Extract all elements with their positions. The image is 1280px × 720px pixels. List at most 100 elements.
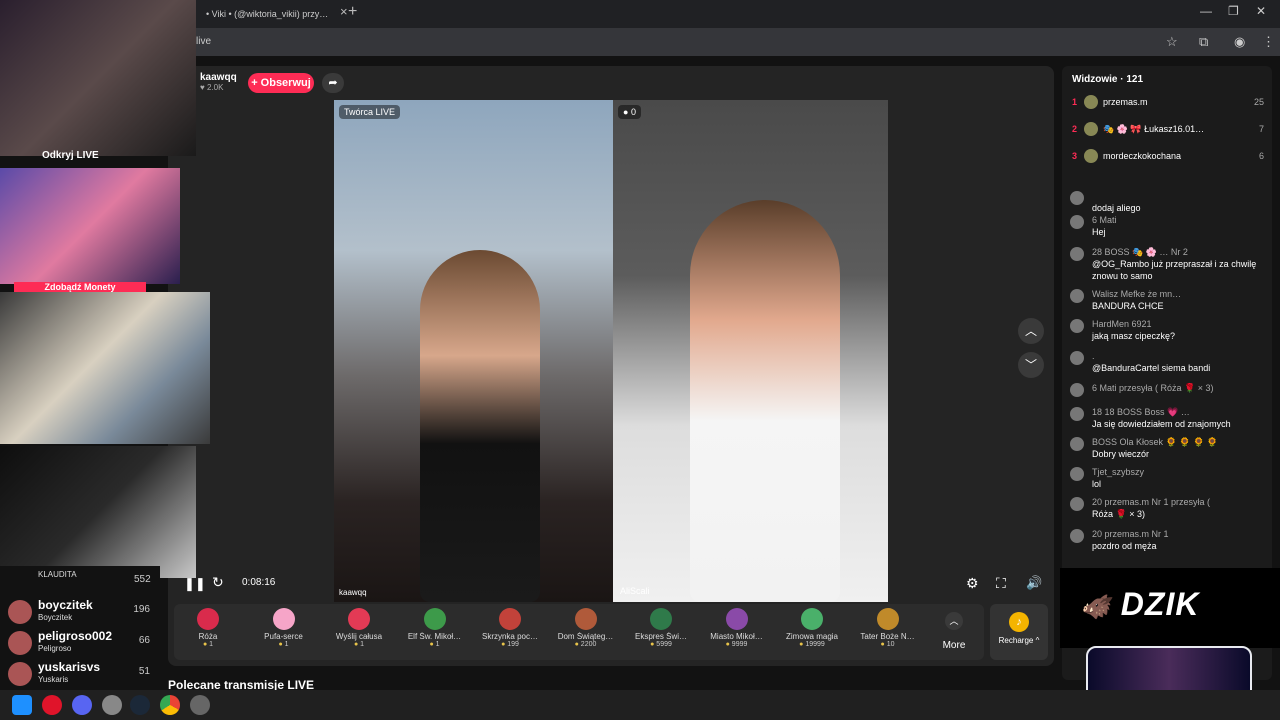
top-viewer-row[interactable]: 1 przemas.m 25 (1070, 94, 1266, 112)
more-label: More (942, 640, 966, 651)
live-list-name: yuskarisvs (38, 660, 101, 674)
viewer-rank: 3 (1072, 151, 1078, 161)
chat-username: 28 BOSS 🎭 🌸 … Nr 2 (1092, 247, 1188, 257)
gift-item[interactable]: Miasto Mikoł…9999 (701, 604, 773, 660)
chat-username: Tjet_szybszy (1092, 467, 1145, 477)
gift-icon (272, 608, 295, 630)
obs-icon[interactable] (102, 695, 122, 715)
chrome-icon[interactable] (160, 695, 180, 715)
gift-icon (801, 608, 823, 630)
gift-name: Wyślij całusa (335, 632, 383, 641)
avatar (1070, 383, 1084, 397)
gift-item[interactable]: Zimowa magia19999 (776, 604, 848, 660)
avatar (1070, 351, 1084, 365)
gift-item[interactable]: Róża1 (172, 604, 244, 660)
live-list-sub: Peligroso (38, 644, 72, 653)
gift-price: 1 (323, 641, 395, 648)
left-video-name[interactable]: kaawqq (339, 588, 367, 597)
gift-name: Tater Boże N… (860, 632, 915, 641)
top-viewer-row[interactable]: 3 mordeczkokochana 6 (1070, 148, 1266, 166)
extensions-icon[interactable]: ⧉ (1199, 34, 1208, 50)
share-icon[interactable]: ➦ (322, 73, 344, 93)
elapsed-time: 0:08:16 (242, 577, 276, 588)
live-list-count: 196 (133, 604, 150, 615)
chevron-down-icon[interactable]: ﹀ (1018, 352, 1044, 378)
live-list-item[interactable]: yuskarisvs Yuskaris 51 (8, 658, 154, 688)
streamer-right-figure (690, 200, 840, 602)
chevron-up-icon[interactable]: ︿ (1018, 318, 1044, 344)
avatar (8, 631, 32, 655)
gift-name: Zimowa magia (785, 632, 838, 641)
chat-username: HardMen 6921 (1092, 319, 1152, 329)
browser-tab[interactable]: • Viki • (@wiktoria_vikii) przy… (196, 3, 336, 25)
minimize-icon[interactable]: — (1200, 4, 1212, 18)
avatar (1084, 122, 1098, 136)
gift-item[interactable]: Skrzynka poc…199 (474, 604, 546, 660)
opera-icon[interactable] (42, 695, 62, 715)
live-list-sub: Boyczitek (38, 613, 73, 622)
gift-price: 2200 (550, 641, 622, 648)
gift-name: Dom Świąteg… (557, 632, 614, 641)
chat-username: 20 przemas.m Nr 1 (1092, 529, 1169, 539)
maximize-icon[interactable]: ❐ (1228, 4, 1239, 18)
pause-icon[interactable]: ❚❚ (184, 576, 206, 592)
gift-item[interactable]: Pufa-serce1 (248, 604, 320, 660)
gift-item[interactable]: Ekspres Świ…5999 (625, 604, 697, 660)
refresh-icon[interactable]: ↻ (212, 574, 224, 591)
live-list-count: 66 (138, 635, 150, 646)
gift-icon (876, 608, 899, 630)
live-list-item[interactable]: boyczitek Boyczitek 196 (8, 596, 154, 626)
live-list-item[interactable]: peligroso002 Peligroso 66 (8, 627, 154, 657)
gift-icon (348, 608, 370, 630)
left-live-list: KLAUDITA 552 boyczitek Boyczitek 196 peligr… (0, 566, 160, 690)
chat-text: jaką masz cipeczkę? (1092, 331, 1176, 341)
follow-button[interactable]: + Obserwuj (248, 73, 314, 93)
more-gifts-button[interactable]: ︿ More (936, 612, 972, 656)
viewers-label[interactable]: Widzowie · 121 (1072, 74, 1143, 85)
avatar (1070, 191, 1084, 205)
chat-username: Walisz Mefke że mn… (1092, 289, 1182, 299)
right-video-name[interactable]: AliScali (620, 586, 650, 596)
gift-icon (650, 608, 672, 630)
avatar (1070, 289, 1084, 303)
gift-item[interactable]: Elf Św. Mikoł…1 (399, 604, 471, 660)
discover-live-label[interactable]: Odkryj LIVE (42, 150, 99, 161)
gift-name: Elf Św. Mikoł… (407, 632, 462, 641)
boar-icon: 🐗 (1080, 594, 1111, 621)
fullscreen-icon[interactable]: ⛶ (996, 575, 1006, 592)
menu-dots-icon[interactable]: ⋮ (1262, 34, 1275, 50)
top-viewer-row[interactable]: 2 🎭 🌸 🎀 Łukasz16.01… 7 (1070, 121, 1266, 139)
windows-start-icon[interactable] (12, 695, 32, 715)
get-coins-button[interactable]: Zdobądź Monety (14, 282, 146, 292)
gift-name: Ekspres Świ… (634, 632, 687, 641)
recharge-button[interactable]: ♪ Recharge ^ (990, 604, 1048, 660)
webcam-2 (0, 168, 180, 284)
gift-item[interactable]: Wyślij całusa1 (323, 604, 395, 660)
live-list-count: 51 (138, 666, 150, 677)
gift-item[interactable]: Tater Boże N…10 (852, 604, 924, 660)
profile-icon[interactable]: ◉ (1234, 34, 1245, 50)
avatar (1070, 497, 1084, 511)
gift-icon (499, 608, 521, 630)
bookmark-star-icon[interactable]: ☆ (1166, 34, 1178, 50)
settings-app-icon[interactable] (190, 695, 210, 715)
avatar (1070, 215, 1084, 229)
avatar (1070, 407, 1084, 421)
chat-username: 6 Mati przesyła ( Róża 🌹 × 3) (1092, 383, 1214, 393)
guest-count: 0 (630, 107, 636, 117)
tab-close-icon[interactable]: × (340, 4, 348, 19)
chat-text: dodaj aliego (1092, 203, 1141, 213)
chat-text: @OG_Rambo już przepraszał i za chwilę zn… (1092, 259, 1257, 281)
dzik-brand-panel: 🐗 DZIK (1060, 568, 1280, 648)
steam-icon[interactable] (130, 695, 150, 715)
discord-icon[interactable] (72, 695, 92, 715)
guest-count-badge: ● 0 (618, 105, 641, 119)
settings-gear-icon[interactable]: ⚙ (966, 575, 979, 592)
volume-icon[interactable]: 🔊 (1026, 575, 1042, 591)
chat-text: Ja się dowiedziałem od znajomych (1092, 419, 1231, 429)
new-tab-icon[interactable]: + (348, 3, 357, 21)
chat-text: Róża 🌹 × 3) (1092, 509, 1145, 519)
gift-item[interactable]: Dom Świąteg…2200 (550, 604, 622, 660)
chat-text: lol (1092, 479, 1102, 489)
close-window-icon[interactable]: ✕ (1256, 4, 1266, 18)
